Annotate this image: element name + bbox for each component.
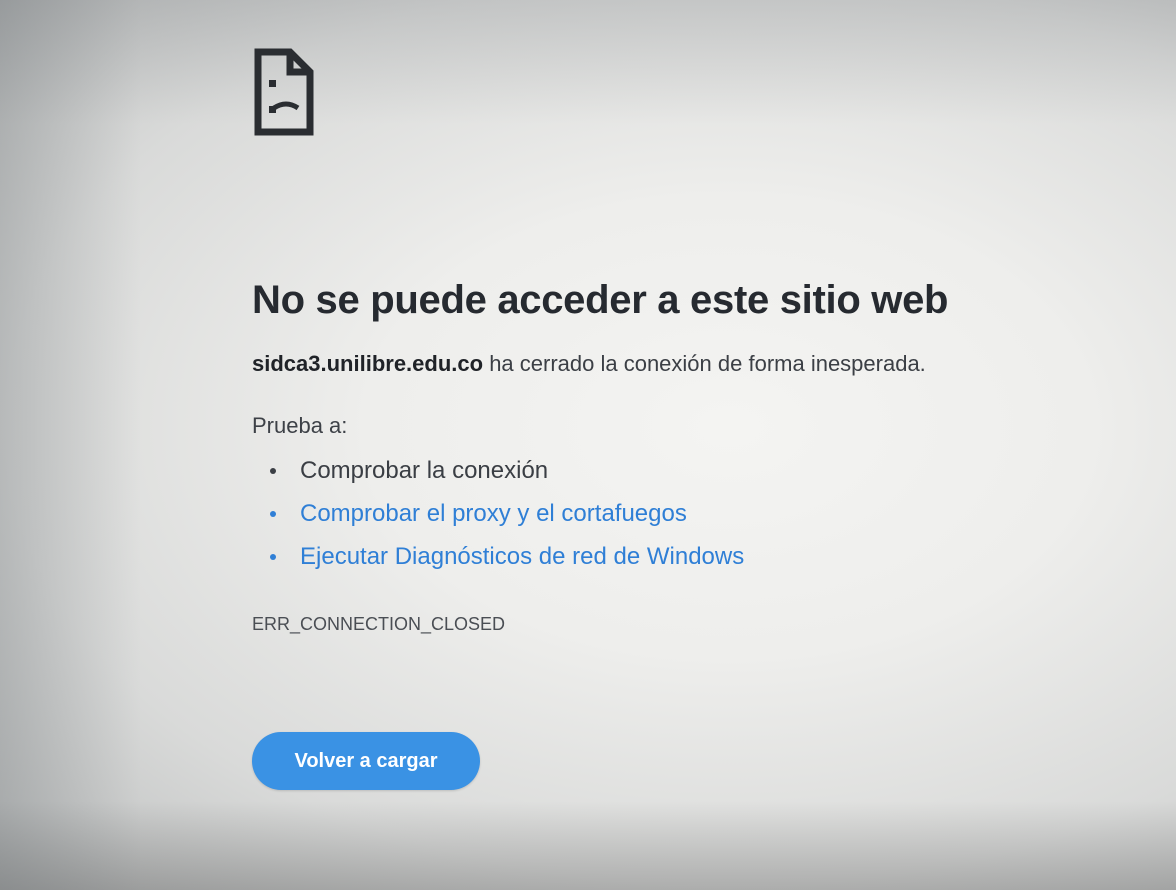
suggestion-label: Comprobar la conexión (300, 457, 549, 484)
error-code: ERR_CONNECTION_CLOSED (252, 614, 506, 634)
suggestions-list: Comprobar la conexión Comprobar el proxy… (252, 449, 1132, 578)
bullet-icon (270, 468, 276, 474)
error-summary: sidca3.unilibre.edu.co ha cerrado la con… (252, 351, 1132, 377)
suggestion-label[interactable]: Ejecutar Diagnósticos de red de Windows (300, 543, 744, 570)
bullet-icon (270, 511, 276, 517)
bullet-icon (270, 554, 276, 560)
error-page-content: No se puede acceder a este sitio web sid… (252, 48, 1132, 790)
suggestion-check-connection: Comprobar la conexión (270, 449, 1132, 492)
page-title: No se puede acceder a este sitio web (252, 278, 949, 322)
sad-page-icon (254, 48, 314, 136)
suggestion-check-proxy-link[interactable]: Comprobar el proxy y el cortafuegos (270, 492, 1132, 535)
site-domain: sidca3.unilibre.edu.co (252, 351, 484, 376)
suggestions-label: Prueba a: (252, 413, 348, 438)
suggestion-label[interactable]: Comprobar el proxy y el cortafuegos (300, 500, 687, 527)
error-message: ha cerrado la conexión de forma inespera… (483, 351, 926, 376)
reload-button[interactable]: Volver a cargar (252, 732, 480, 790)
suggestion-run-diagnostics-link[interactable]: Ejecutar Diagnósticos de red de Windows (270, 535, 1132, 578)
